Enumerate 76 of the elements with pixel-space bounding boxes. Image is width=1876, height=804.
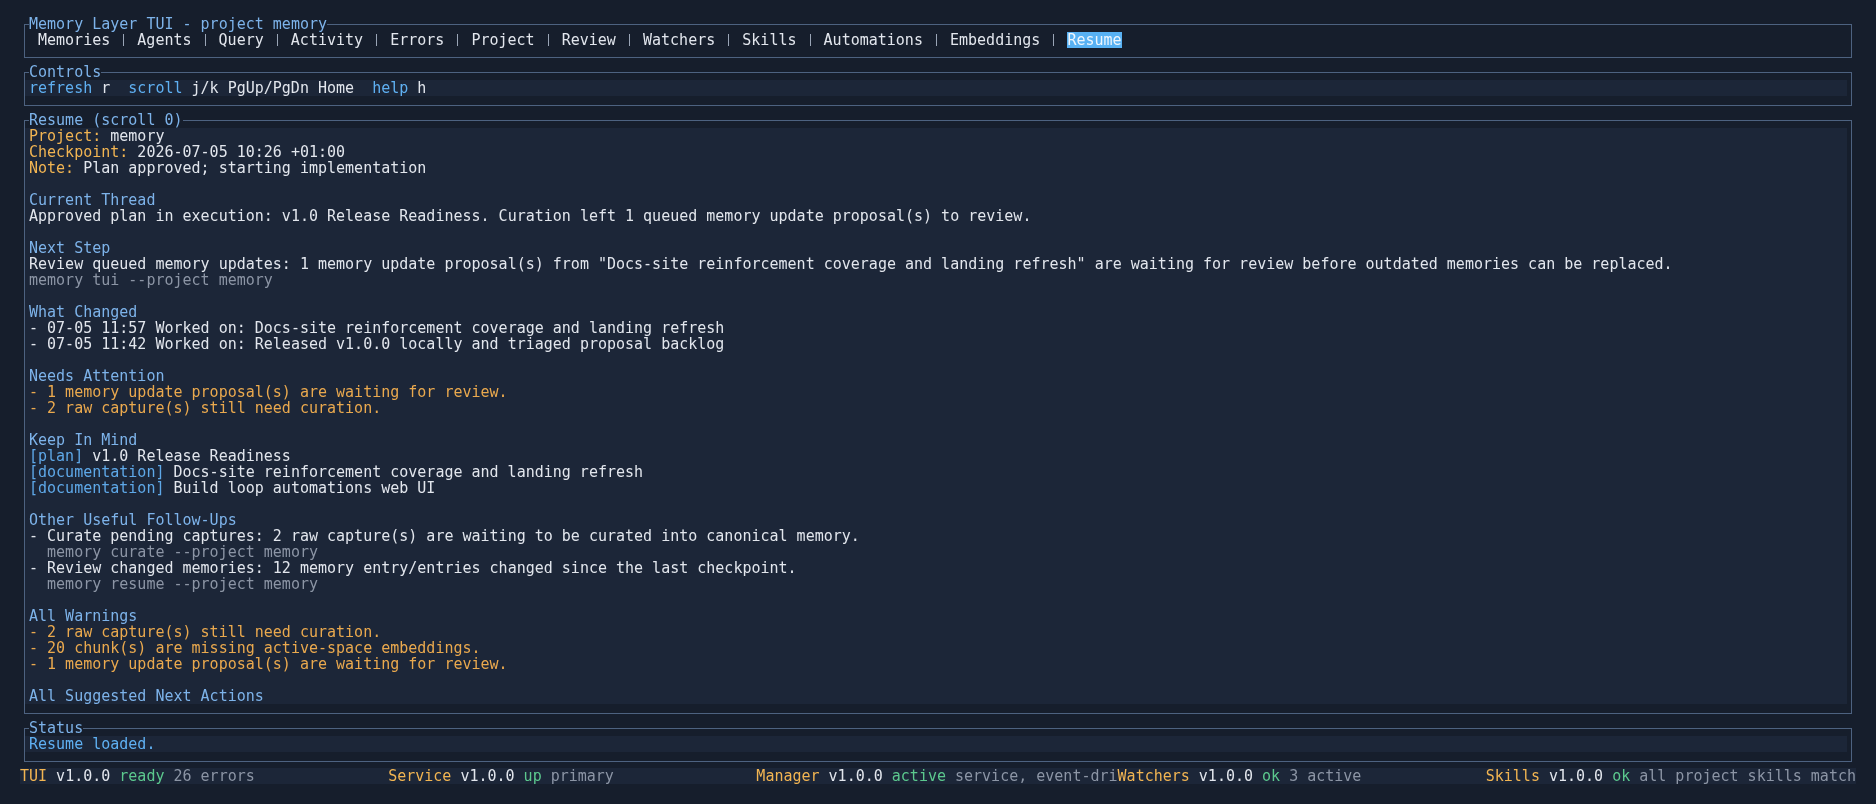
tag-label: [plan]: [29, 448, 84, 464]
component-detail: service, event-dri: [955, 768, 1118, 784]
section-heading: Other Useful Follow-Ups: [29, 512, 237, 528]
tag-text: Build loop automations web UI: [173, 480, 436, 496]
field-value: 2026-07-05 10:26 +01:00: [137, 144, 346, 160]
command-line: memory curate --project memory: [47, 544, 319, 560]
section-heading: Keep In Mind: [29, 432, 138, 448]
component-detail: all project skills match: [1639, 768, 1856, 784]
warning-line: - 1 memory update proposal(s) are waiting for review.: [29, 384, 509, 400]
text-line: - 07-05 11:57 Worked on: Docs-site reinforcement coverage and landing refresh: [29, 320, 726, 336]
field-label: Note:: [29, 160, 75, 176]
component-state: ok: [1612, 768, 1631, 784]
warning-line: - 2 raw capture(s) still need curation.: [29, 400, 382, 416]
command-line: memory resume --project memory: [47, 576, 318, 592]
component-state: up: [523, 768, 542, 784]
component-state: active: [891, 768, 946, 784]
text-line: - Curate pending captures: 2 raw capture(s) are waiting to be curated into canonical memory.: [29, 528, 861, 544]
component-name: Watchers: [1117, 768, 1190, 784]
component-version: v1.0.0: [460, 768, 515, 784]
section-heading: Needs Attention: [29, 368, 166, 384]
component-name: TUI: [20, 768, 48, 784]
tab[interactable]: Memories: [38, 32, 111, 48]
window-title: Memory Layer TUI - project memory: [29, 16, 327, 32]
tab[interactable]: Query: [218, 32, 264, 48]
section-heading: Next Step: [29, 240, 112, 256]
component-state: ok: [1262, 768, 1281, 784]
component-version: v1.0.0: [1198, 768, 1254, 784]
warning-line: - 2 raw capture(s) still need curation.: [29, 624, 382, 640]
hint-action: scroll: [128, 80, 183, 96]
section-heading: Current Thread: [29, 192, 157, 208]
tag-label: [documentation]: [29, 464, 165, 480]
text-line: - 07-05 11:42 Worked on: Released v1.0.0 locally and triaged proposal backlog: [29, 336, 726, 352]
component-version: v1.0.0: [1548, 768, 1604, 784]
tag-text: v1.0 Release Readiness: [92, 448, 291, 464]
tab[interactable]: Automations: [823, 32, 923, 48]
status-message: Resume loaded.: [29, 736, 157, 752]
tag-label: [documentation]: [29, 480, 165, 496]
section-heading: What Changed: [29, 304, 138, 320]
component-name: Service: [388, 768, 452, 784]
tab[interactable]: Watchers: [643, 32, 716, 48]
command-line: memory tui --project memory: [29, 272, 273, 288]
section-heading: All Warnings: [29, 608, 138, 624]
field-label: Checkpoint:: [29, 144, 129, 160]
tag-text: Docs-site reinforcement coverage and landing refresh: [173, 464, 644, 480]
field-value: Plan approved; starting implementation: [83, 160, 427, 176]
component-version: v1.0.0: [56, 768, 111, 784]
tab[interactable]: Activity: [290, 32, 364, 48]
component-state: ready: [119, 768, 165, 784]
component-name: Skills: [1485, 768, 1540, 784]
tab[interactable]: Skills: [742, 32, 797, 48]
panel-title: Controls: [29, 64, 102, 80]
component-detail: primary: [550, 768, 614, 784]
hint-action: refresh: [29, 80, 93, 96]
tab[interactable]: Review: [561, 32, 616, 48]
component-name: Manager: [756, 768, 820, 784]
tab[interactable]: Project: [471, 32, 535, 48]
text-line: Approved plan in execution: v1.0 Release Readiness. Curation left 1 queued memory update proposal(s) to review.: [29, 208, 1033, 224]
text-line: - Review changed memories: 12 memory entry/entries changed since the last checkpoint.: [29, 560, 798, 576]
panel-title: Resume (scroll 0): [29, 112, 183, 128]
tab[interactable]: Embeddings: [950, 32, 1041, 48]
hint-keys: r: [101, 80, 111, 96]
component-detail: 26 errors: [173, 768, 255, 784]
section-heading: All Suggested Next Actions: [29, 688, 265, 704]
hint-keys: h: [417, 80, 427, 96]
hint-keys: j/k PgUp/PgDn Home: [191, 80, 355, 96]
component-version: v1.0.0: [828, 768, 883, 784]
tab[interactable]: Errors: [390, 32, 445, 48]
warning-line: - 20 chunk(s) are missing active-space embeddings.: [29, 640, 481, 656]
tab[interactable]: Agents: [137, 32, 192, 48]
field-value: memory: [110, 128, 165, 144]
hint-action: help: [372, 80, 409, 96]
warning-line: - 1 memory update proposal(s) are waiting for review.: [29, 656, 509, 672]
component-detail: 3 active: [1289, 768, 1362, 784]
text-line: Review queued memory updates: 1 memory update proposal(s) from "Docs-site reinforcement coverage and landing refresh" are waiting for review before outdated memories can be replaced.: [29, 256, 1674, 272]
panel-title: Status: [29, 720, 84, 736]
field-label: Project:: [29, 128, 102, 144]
